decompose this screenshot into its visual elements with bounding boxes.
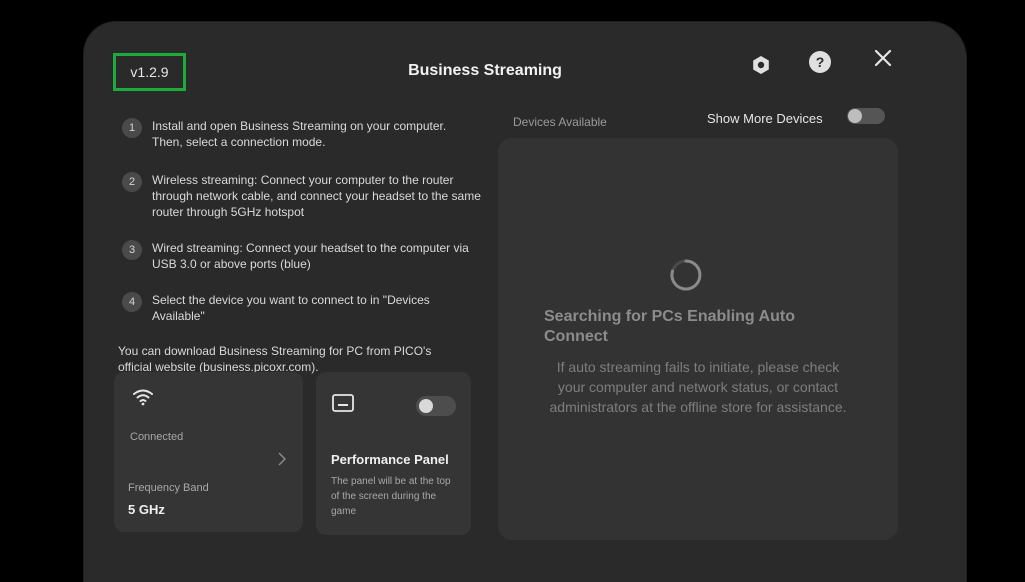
step-text: Install and open Business Streaming on y… xyxy=(152,119,447,149)
step-text: Wired streaming: Connect your headset to… xyxy=(152,241,469,271)
step-number: 3 xyxy=(122,240,142,260)
step-item: 3 Wired streaming: Connect your headset … xyxy=(122,240,482,272)
show-more-devices-toggle[interactable] xyxy=(847,108,885,124)
chevron-right-icon[interactable] xyxy=(278,452,287,471)
step-item: 1 Install and open Business Streaming on… xyxy=(122,118,472,150)
step-item: 2 Wireless streaming: Connect your compu… xyxy=(122,172,482,220)
devices-available-label: Devices Available xyxy=(513,115,607,129)
loading-spinner-icon xyxy=(668,257,704,298)
step-number: 1 xyxy=(122,118,142,138)
toggle-knob xyxy=(848,109,862,123)
svg-text:?: ? xyxy=(816,54,825,70)
step-number: 4 xyxy=(122,292,142,312)
step-item: 4 Select the device you want to connect … xyxy=(122,292,482,324)
gear-icon[interactable] xyxy=(750,54,772,76)
performance-panel-title: Performance Panel xyxy=(331,452,449,467)
searching-title: Searching for PCs Enabling Auto Connect xyxy=(544,308,795,345)
frequency-band-label: Frequency Band xyxy=(128,482,209,494)
wifi-icon xyxy=(132,388,154,411)
wifi-card[interactable]: Connected Frequency Band 5 GHz xyxy=(114,372,303,532)
toggle-knob xyxy=(419,399,433,413)
help-icon[interactable]: ? xyxy=(809,51,831,73)
performance-panel-toggle[interactable] xyxy=(416,396,456,416)
searching-description: If auto streaming fails to initiate, ple… xyxy=(549,359,847,415)
page-title: Business Streaming xyxy=(408,62,562,79)
step-number: 2 xyxy=(122,172,142,192)
frequency-band-value: 5 GHz xyxy=(128,502,165,517)
version-label: v1.2.9 xyxy=(113,53,186,91)
step-text: Select the device you want to connect to… xyxy=(152,293,430,323)
close-icon[interactable] xyxy=(872,47,894,69)
wifi-status: Connected xyxy=(130,431,184,443)
performance-panel-description: The panel will be at the top of the scre… xyxy=(331,476,451,517)
step-text: Wireless streaming: Connect your compute… xyxy=(152,173,481,219)
download-info: You can download Business Streaming for … xyxy=(118,344,432,374)
show-more-devices-label: Show More Devices xyxy=(707,111,823,126)
panel-icon xyxy=(332,394,354,417)
performance-panel-card: Performance Panel The panel will be at t… xyxy=(316,372,471,535)
